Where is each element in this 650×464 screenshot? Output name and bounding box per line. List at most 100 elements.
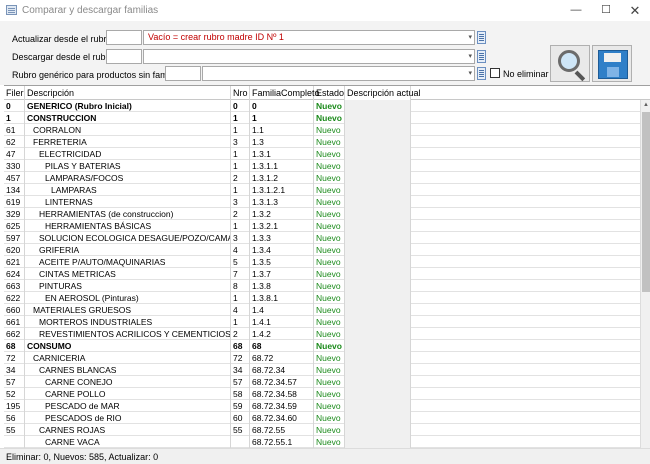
- download-from-id-field[interactable]: [106, 49, 142, 64]
- table-row[interactable]: CARNE VACA 68.72.55.1 Nuevo: [4, 436, 640, 448]
- table-row[interactable]: 47 ELECTRICIDAD 1 1.3.1 Nuevo: [4, 148, 640, 160]
- cell-descripcion-actual: [345, 412, 411, 424]
- cell-filler: [411, 232, 640, 244]
- cell-nro: 68: [231, 340, 250, 352]
- table-row[interactable]: 661 MORTEROS INDUSTRIALES 1 1.4.1 Nuevo: [4, 316, 640, 328]
- update-from-combo[interactable]: Vacío = crear rubro madre ID Nº 1 ▾: [143, 30, 475, 45]
- compare-button[interactable]: [550, 45, 590, 82]
- column-header-descripcion-actual[interactable]: Descripción actual: [345, 86, 421, 100]
- table-row[interactable]: 597SOLUCION ECOLOGICA DESAGUE/POZO/CAMAR…: [4, 232, 640, 244]
- table-row[interactable]: 134 LAMPARAS 1 1.3.1.2.1 Nuevo: [4, 184, 640, 196]
- cell-familia-completo: 1.4: [250, 304, 314, 316]
- cell-filer: 662: [4, 328, 25, 340]
- cell-filler: [411, 112, 640, 124]
- cell-descripcion: CARNE VACA: [25, 436, 231, 448]
- cell-descripcion-actual: [345, 184, 411, 196]
- update-from-list-icon[interactable]: [477, 31, 486, 44]
- cell-descripcion-actual: [345, 364, 411, 376]
- chevron-down-icon: ▾: [468, 53, 472, 60]
- cell-estado: Nuevo: [314, 280, 345, 292]
- table-row[interactable]: 621 ACEITE P/AUTO/MAQUINARIAS 5 1.3.5 Nuevo: [4, 256, 640, 268]
- table-row[interactable]: 195 PESCADO de MAR 59 68.72.34.59 Nuevo: [4, 400, 640, 412]
- table-row[interactable]: 625 HERRAMIENTAS BÁSICAS 1 1.3.2.1 Nuevo: [4, 220, 640, 232]
- cell-filler: [411, 292, 640, 304]
- table-row[interactable]: 34 CARNES BLANCAS 34 68.72.34 Nuevo: [4, 364, 640, 376]
- cell-estado: Nuevo: [314, 112, 345, 124]
- table-row[interactable]: 57 CARNE CONEJO 57 68.72.34.57 Nuevo: [4, 376, 640, 388]
- close-button[interactable]: ✕: [620, 0, 650, 21]
- table-row[interactable]: 62 FERRETERIA 3 1.3 Nuevo: [4, 136, 640, 148]
- status-text: Eliminar: 0, Nuevos: 585, Actualizar: 0: [6, 452, 159, 462]
- cell-nro: 60: [231, 412, 250, 424]
- update-from-id-field[interactable]: [106, 30, 142, 45]
- table-row[interactable]: 1 CONSTRUCCION 1 1 Nuevo: [4, 112, 640, 124]
- scrollbar-thumb[interactable]: [642, 112, 650, 292]
- cell-filer: 619: [4, 196, 25, 208]
- update-from-hint: Vacío = crear rubro madre ID Nº 1: [148, 32, 284, 42]
- table-row[interactable]: 0 GENERICO (Rubro Inicial) 0 0 Nuevo: [4, 100, 640, 112]
- cell-filer: 624: [4, 268, 25, 280]
- minimize-button[interactable]: —: [561, 0, 591, 21]
- cell-filer: 68: [4, 340, 25, 352]
- table-row[interactable]: 622 EN AEROSOL (Pinturas) 1 1.3.8.1 Nuevo: [4, 292, 640, 304]
- cell-nro: 1: [231, 184, 250, 196]
- families-grid[interactable]: Filer Descripción Nro FamiliaCompleto Es…: [4, 85, 650, 448]
- cell-familia-completo: 1.3.5: [250, 256, 314, 268]
- cell-estado: Nuevo: [314, 196, 345, 208]
- table-row[interactable]: 52 CARNE POLLO 58 68.72.34.58 Nuevo: [4, 388, 640, 400]
- cell-descripcion: CARNES ROJAS: [25, 424, 231, 436]
- download-button[interactable]: [592, 45, 632, 82]
- table-row[interactable]: 660 MATERIALES GRUESOS 4 1.4 Nuevo: [4, 304, 640, 316]
- cell-filer: [4, 436, 25, 448]
- table-row[interactable]: 55 CARNES ROJAS 55 68.72.55 Nuevo: [4, 424, 640, 436]
- cell-descripcion: CARNICERIA: [25, 352, 231, 364]
- app-table-icon: [6, 5, 17, 15]
- column-header-nro[interactable]: Nro: [231, 86, 250, 100]
- table-row[interactable]: 56 PESCADOS de RIO 60 68.72.34.60 Nuevo: [4, 412, 640, 424]
- cell-descripcion-actual: [345, 304, 411, 316]
- table-row[interactable]: 330 PILAS Y BATERIAS 1 1.3.1.1 Nuevo: [4, 160, 640, 172]
- scroll-up-arrow-icon[interactable]: ▲: [641, 100, 650, 110]
- table-row[interactable]: 68 CONSUMO 68 68 Nuevo: [4, 340, 640, 352]
- cell-filer: 625: [4, 220, 25, 232]
- cell-descripcion: LAMPARAS: [25, 184, 231, 196]
- table-row[interactable]: 61 CORRALON 1 1.1 Nuevo: [4, 124, 640, 136]
- table-row[interactable]: 620 GRIFERIA 4 1.3.4 Nuevo: [4, 244, 640, 256]
- cell-filler: [411, 352, 640, 364]
- no-delete-checkbox[interactable]: [490, 68, 500, 78]
- table-row[interactable]: 457 LAMPARAS/FOCOS 2 1.3.1.2 Nuevo: [4, 172, 640, 184]
- cell-familia-completo: 1.1: [250, 124, 314, 136]
- generic-rubro-list-icon[interactable]: [477, 67, 486, 80]
- column-header-descripcion[interactable]: Descripción: [25, 86, 231, 100]
- generic-rubro-id-field[interactable]: [165, 66, 201, 81]
- column-header-filer[interactable]: Filer: [4, 86, 25, 100]
- cell-filer: 457: [4, 172, 25, 184]
- column-header-estado[interactable]: Estado: [314, 86, 345, 100]
- generic-rubro-combo[interactable]: ▾: [202, 66, 475, 81]
- generic-rubro-label: Rubro genérico para productos sin famili…: [12, 70, 179, 80]
- cell-descripcion: GENERICO (Rubro Inicial): [25, 100, 231, 112]
- cell-descripcion-actual: [345, 340, 411, 352]
- table-row[interactable]: 662 REVESTIMIENTOS ACRILICOS Y CEMENTICIO…: [4, 328, 640, 340]
- download-from-combo[interactable]: ▾: [143, 49, 475, 64]
- cell-estado: Nuevo: [314, 268, 345, 280]
- cell-nro: 8: [231, 280, 250, 292]
- cell-nro: 4: [231, 304, 250, 316]
- table-row[interactable]: 624 CINTAS METRICAS 7 1.3.7 Nuevo: [4, 268, 640, 280]
- table-row[interactable]: 72 CARNICERIA 72 68.72 Nuevo: [4, 352, 640, 364]
- cell-nro: [231, 436, 250, 448]
- maximize-button[interactable]: ☐: [591, 0, 621, 21]
- table-row[interactable]: 663 PINTURAS 8 1.3.8 Nuevo: [4, 280, 640, 292]
- cell-estado: Nuevo: [314, 412, 345, 424]
- vertical-scrollbar[interactable]: ▲: [640, 100, 650, 448]
- cell-filer: 47: [4, 148, 25, 160]
- window-title: Comparar y descargar familias: [22, 5, 159, 16]
- cell-descripcion: PESCADO de MAR: [25, 400, 231, 412]
- download-from-list-icon[interactable]: [477, 50, 486, 63]
- table-row[interactable]: 329 HERRAMIENTAS (de construccion) 2 1.3.2 N…: [4, 208, 640, 220]
- cell-descripcion-actual: [345, 280, 411, 292]
- table-row[interactable]: 619 LINTERNAS 3 1.3.1.3 Nuevo: [4, 196, 640, 208]
- cell-descripcion-actual: [345, 232, 411, 244]
- cell-filer: 621: [4, 256, 25, 268]
- column-header-familia-completo[interactable]: FamiliaCompleto: [250, 86, 320, 100]
